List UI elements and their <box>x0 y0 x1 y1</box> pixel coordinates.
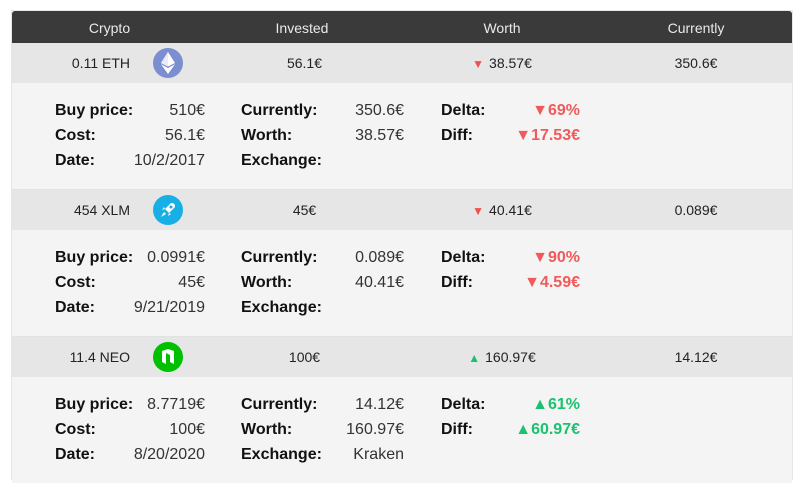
date-label: Date: <box>55 152 96 169</box>
invested-value: 45€ <box>292 202 317 218</box>
header-currently[interactable]: Currently <box>646 20 746 36</box>
diff-label: Diff: <box>441 421 473 438</box>
diff-cell: ▼4.59€ <box>492 274 580 292</box>
worth-detail-value: 160.97€ <box>346 421 404 438</box>
header-invested[interactable]: Invested <box>252 20 352 36</box>
down-triangle-icon: ▼ <box>532 102 548 119</box>
delta-label: Delta: <box>441 396 486 413</box>
header-worth[interactable]: Worth <box>452 20 552 36</box>
table-row[interactable]: 0.11 ETH 56.1€ ▼ 38.57€ 350.6€ <box>12 43 792 83</box>
worth-detail-value: 38.57€ <box>355 127 404 144</box>
table-row[interactable]: 454 XLM 45€ ▼ 40.41€ 0.089€ <box>12 190 792 230</box>
buy-price-value: 0.0991€ <box>147 249 205 266</box>
delta-cell: ▼69% <box>492 102 580 120</box>
cost-value: 100€ <box>169 421 205 438</box>
worth-value: 38.57€ <box>489 55 532 71</box>
worth-cell: ▼ 38.57€ <box>442 55 562 71</box>
coin-block-xlm: 454 XLM 45€ ▼ 40.41€ 0.089€ Buy price: 0.… <box>12 190 792 337</box>
worth-value: 160.97€ <box>485 349 536 365</box>
cost-label: Cost: <box>55 274 96 291</box>
down-triangle-icon: ▼ <box>472 57 485 71</box>
worth-cell: ▼ 40.41€ <box>442 202 562 218</box>
worth-label: Worth: <box>241 127 293 144</box>
delta-label: Delta: <box>441 249 486 266</box>
currently-value: 14.12€ <box>674 349 718 365</box>
currently-label: Currently: <box>241 249 318 266</box>
neo-icon <box>153 342 183 372</box>
invested-value: 56.1€ <box>286 55 323 71</box>
diff-cell: ▲60.97€ <box>492 421 580 439</box>
exchange-label: Exchange: <box>241 152 322 169</box>
portfolio-table: Crypto Invested Worth Currently 0.11 ETH… <box>11 10 793 483</box>
exchange-value: Kraken <box>353 446 404 463</box>
up-triangle-icon: ▲ <box>515 421 532 438</box>
worth-detail-value: 40.41€ <box>355 274 404 291</box>
up-triangle-icon: ▲ <box>468 351 481 365</box>
down-triangle-icon: ▼ <box>515 127 532 144</box>
coin-block-eth: 0.11 ETH 56.1€ ▼ 38.57€ 350.6€ Buy price:… <box>12 43 792 190</box>
date-value: 8/20/2020 <box>133 446 205 463</box>
currently-detail-value: 14.12€ <box>355 396 404 413</box>
currently-detail-value: 0.089€ <box>355 249 404 266</box>
cost-label: Cost: <box>55 127 96 144</box>
date-label: Date: <box>55 446 96 463</box>
delta-cell: ▲61% <box>492 396 580 414</box>
diff-cell: ▼17.53€ <box>492 127 580 145</box>
coin-detail: Buy price: 8.7719€ Cost: 100€ Date: 8/20… <box>12 377 792 483</box>
currently-value: 0.089€ <box>674 202 718 218</box>
cost-value: 56.1€ <box>164 127 205 144</box>
diff-label: Diff: <box>441 274 473 291</box>
up-triangle-icon: ▲ <box>532 396 548 413</box>
coin-detail: Buy price: 510€ Cost: 56.1€ Date: 10/2/2… <box>12 83 792 190</box>
header-crypto[interactable]: Crypto <box>72 20 147 36</box>
ethereum-icon <box>153 48 183 78</box>
diff-label: Diff: <box>441 127 473 144</box>
down-triangle-icon: ▼ <box>532 249 548 266</box>
date-label: Date: <box>55 299 96 316</box>
table-header: Crypto Invested Worth Currently <box>12 11 792 43</box>
buy-price-label: Buy price: <box>55 102 134 119</box>
cost-label: Cost: <box>55 421 96 438</box>
buy-price-value: 510€ <box>169 102 205 119</box>
diff-value: 17.53€ <box>531 127 580 144</box>
down-triangle-icon: ▼ <box>524 274 540 291</box>
diff-value: 60.97€ <box>531 421 580 438</box>
buy-price-label: Buy price: <box>55 249 134 266</box>
coin-amount: 11.4 NEO <box>69 349 130 365</box>
buy-price-value: 8.7719€ <box>147 396 205 413</box>
currently-detail-value: 350.6€ <box>355 102 404 119</box>
delta-value: 69% <box>547 102 580 119</box>
coin-block-neo: 11.4 NEO 100€ ▲ 160.97€ 14.12€ Buy price:… <box>12 337 792 483</box>
coin-amount: 454 XLM <box>73 202 130 218</box>
worth-label: Worth: <box>241 421 293 438</box>
worth-cell: ▲ 160.97€ <box>442 349 562 365</box>
cost-value: 45€ <box>178 274 205 291</box>
delta-cell: ▼90% <box>492 249 580 267</box>
currently-label: Currently: <box>241 102 318 119</box>
date-value: 9/21/2019 <box>133 299 205 316</box>
invested-value: 100€ <box>288 349 321 365</box>
currently-value: 350.6€ <box>674 55 718 71</box>
coin-amount: 0.11 ETH <box>71 55 130 71</box>
currently-label: Currently: <box>241 396 318 413</box>
delta-label: Delta: <box>441 102 486 119</box>
date-value: 10/2/2017 <box>133 152 205 169</box>
delta-value: 90% <box>547 249 580 266</box>
rocket-icon <box>153 195 183 225</box>
worth-label: Worth: <box>241 274 293 291</box>
exchange-label: Exchange: <box>241 446 322 463</box>
delta-value: 61% <box>547 396 580 413</box>
diff-value: 4.59€ <box>539 274 580 291</box>
exchange-label: Exchange: <box>241 299 322 316</box>
table-row[interactable]: 11.4 NEO 100€ ▲ 160.97€ 14.12€ <box>12 337 792 377</box>
worth-value: 40.41€ <box>489 202 532 218</box>
down-triangle-icon: ▼ <box>472 204 485 218</box>
coin-detail: Buy price: 0.0991€ Cost: 45€ Date: 9/21/… <box>12 230 792 337</box>
